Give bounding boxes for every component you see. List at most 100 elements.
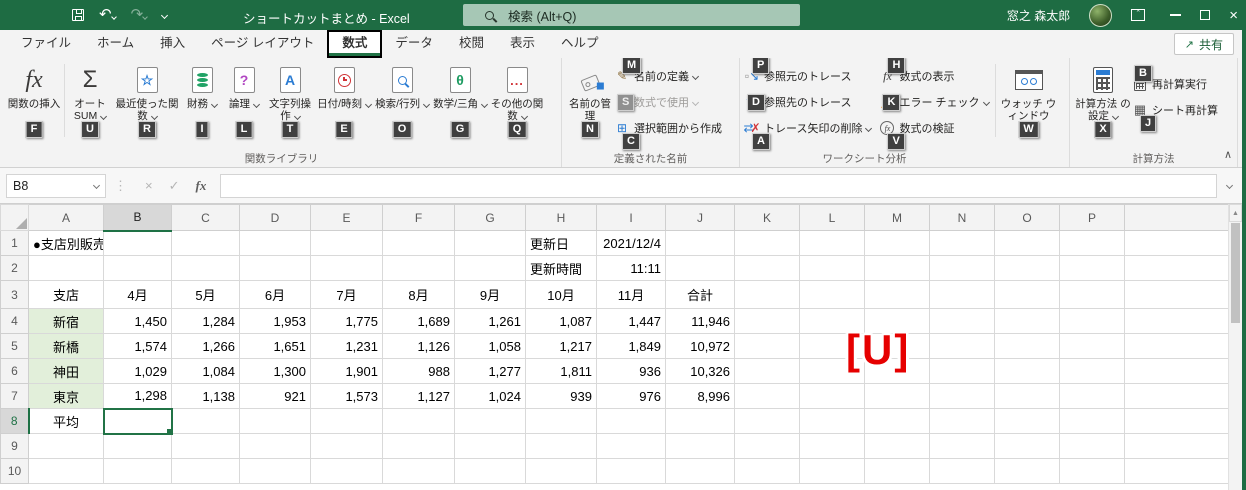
cell-I6[interactable]: 936 xyxy=(596,358,666,384)
cell-K4[interactable] xyxy=(734,308,800,334)
cell-P3[interactable] xyxy=(1059,280,1125,309)
cell-E10[interactable] xyxy=(310,458,383,484)
cell-H7[interactable]: 939 xyxy=(525,383,597,409)
cell-E4[interactable]: 1,775 xyxy=(310,308,383,334)
cell-K7[interactable] xyxy=(734,383,800,409)
cell-G2[interactable] xyxy=(454,255,526,281)
cell-N10[interactable] xyxy=(929,458,995,484)
row-header-4[interactable]: 4 xyxy=(0,308,29,334)
cell-M1[interactable] xyxy=(864,230,930,256)
cell-G8[interactable] xyxy=(454,408,526,434)
ribbon-tab-4[interactable]: 数式 xyxy=(327,30,383,58)
ribbon-tab-1[interactable]: ホーム xyxy=(84,30,147,58)
select-all-corner[interactable] xyxy=(0,204,29,231)
cell-N5[interactable] xyxy=(929,333,995,359)
cell-N8[interactable] xyxy=(929,408,995,434)
cell-F10[interactable] xyxy=(382,458,455,484)
cell-F1[interactable] xyxy=(382,230,455,256)
cell-G4[interactable]: 1,261 xyxy=(454,308,526,334)
cell-E5[interactable]: 1,231 xyxy=(310,333,383,359)
cell-J7[interactable]: 8,996 xyxy=(665,383,735,409)
cell-L8[interactable] xyxy=(799,408,865,434)
cell-D4[interactable]: 1,953 xyxy=(239,308,311,334)
cell-K9[interactable] xyxy=(734,433,800,459)
cell-K8[interactable] xyxy=(734,408,800,434)
expand-formula-bar-icon[interactable] xyxy=(1225,181,1234,190)
cell-C1[interactable] xyxy=(171,230,240,256)
cell-F9[interactable] xyxy=(382,433,455,459)
cell-H4[interactable]: 1,087 xyxy=(525,308,597,334)
cell-I10[interactable] xyxy=(596,458,666,484)
cell-E6[interactable]: 1,901 xyxy=(310,358,383,384)
cell-B9[interactable] xyxy=(103,433,172,459)
row-header-8[interactable]: 8 xyxy=(0,408,30,434)
cell-B8[interactable] xyxy=(102,407,173,435)
cell-K10[interactable] xyxy=(734,458,800,484)
cell-L10[interactable] xyxy=(799,458,865,484)
cell-I3[interactable]: 11月 xyxy=(596,280,666,309)
ribbon-tab-2[interactable]: 挿入 xyxy=(147,30,198,58)
calculate-sheet-button[interactable]: ▦ シート再計算 J xyxy=(1132,100,1218,132)
row-header-6[interactable]: 6 xyxy=(0,358,29,384)
ribbon-tab-7[interactable]: 表示 xyxy=(497,30,548,58)
insert-function-icon[interactable]: fx xyxy=(196,178,207,194)
cell-O3[interactable] xyxy=(994,280,1060,309)
ribbon-tab-8[interactable]: ヘルプ xyxy=(548,30,612,58)
cell-J6[interactable]: 10,326 xyxy=(665,358,735,384)
ribbon-tab-6[interactable]: 校閲 xyxy=(446,30,497,58)
cell-H2[interactable]: 更新時間 xyxy=(525,255,597,281)
financial-button[interactable]: 財務 I xyxy=(181,60,223,151)
define-name-button[interactable]: ✎ 名前の定義 M xyxy=(614,57,722,86)
cell-M8[interactable] xyxy=(864,408,930,434)
cell-N2[interactable] xyxy=(929,255,995,281)
cell-O1[interactable] xyxy=(994,230,1060,256)
cell-I9[interactable] xyxy=(596,433,666,459)
cell-P10[interactable] xyxy=(1059,458,1125,484)
calculate-now-button[interactable]: 再計算実行 B xyxy=(1132,65,1218,94)
name-box[interactable]: B8 xyxy=(6,173,106,198)
cell-F5[interactable]: 1,126 xyxy=(382,333,455,359)
cell-N7[interactable] xyxy=(929,383,995,409)
save-icon[interactable] xyxy=(72,9,84,21)
cell-C7[interactable]: 1,138 xyxy=(171,383,240,409)
user-avatar[interactable] xyxy=(1089,3,1113,27)
cell-B1[interactable] xyxy=(103,230,172,256)
row-header-7[interactable]: 7 xyxy=(0,383,29,409)
cell-B4[interactable]: 1,450 xyxy=(103,308,172,334)
cell-F7[interactable]: 1,127 xyxy=(382,383,455,409)
row-header-1[interactable]: 1 xyxy=(0,230,29,256)
cell-B6[interactable]: 1,029 xyxy=(103,358,172,384)
cell-N1[interactable] xyxy=(929,230,995,256)
column-header-J[interactable]: J xyxy=(665,204,735,231)
cell-F2[interactable] xyxy=(382,255,455,281)
cell-A4[interactable]: 新宿 xyxy=(28,308,104,334)
cell-G10[interactable] xyxy=(454,458,526,484)
cell-C3[interactable]: 5月 xyxy=(171,280,240,309)
cell-F8[interactable] xyxy=(382,408,455,434)
cell-G7[interactable]: 1,024 xyxy=(454,383,526,409)
scrollbar-thumb[interactable] xyxy=(1231,223,1240,323)
cell-J4[interactable]: 11,946 xyxy=(665,308,735,334)
recent-functions-button[interactable]: ☆ 最近使った関数 R xyxy=(113,60,181,151)
cell-A8[interactable]: 平均 xyxy=(28,408,104,434)
cell-N9[interactable] xyxy=(929,433,995,459)
cell-M9[interactable] xyxy=(864,433,930,459)
formula-input[interactable] xyxy=(220,173,1217,198)
remove-arrows-button[interactable]: ⇄ ✗ トレース矢印の削除 A xyxy=(743,118,873,150)
cell-A2[interactable] xyxy=(28,255,104,281)
cell-A1[interactable]: ●支店別販売数実績 xyxy=(28,230,104,256)
cell-I4[interactable]: 1,447 xyxy=(596,308,666,334)
minimize-icon[interactable] xyxy=(1170,14,1182,16)
cell-E1[interactable] xyxy=(310,230,383,256)
show-formulas-button[interactable]: fx 数式の表示 H xyxy=(879,57,988,86)
column-header-E[interactable]: E xyxy=(310,204,383,231)
customize-qat-icon[interactable] xyxy=(161,11,169,19)
logical-button[interactable]: ? 論理 L xyxy=(223,60,265,151)
cell-J8[interactable] xyxy=(665,408,735,434)
cell-J2[interactable] xyxy=(665,255,735,281)
enter-icon[interactable]: ✓ xyxy=(169,178,180,194)
cell-B10[interactable] xyxy=(103,458,172,484)
column-header-I[interactable]: I xyxy=(596,204,666,231)
cell-P9[interactable] xyxy=(1059,433,1125,459)
cell-K3[interactable] xyxy=(734,280,800,309)
